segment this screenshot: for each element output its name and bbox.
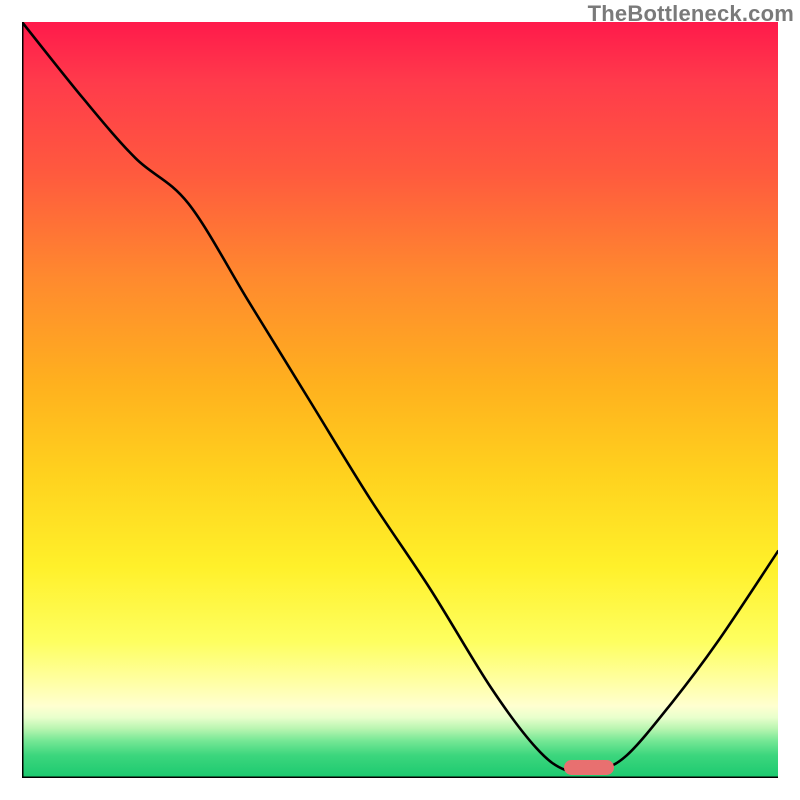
optimum-marker [564, 760, 614, 775]
watermark-text: TheBottleneck.com [588, 1, 794, 27]
plot-background-gradient [22, 22, 778, 778]
chart-container: TheBottleneck.com [0, 0, 800, 800]
